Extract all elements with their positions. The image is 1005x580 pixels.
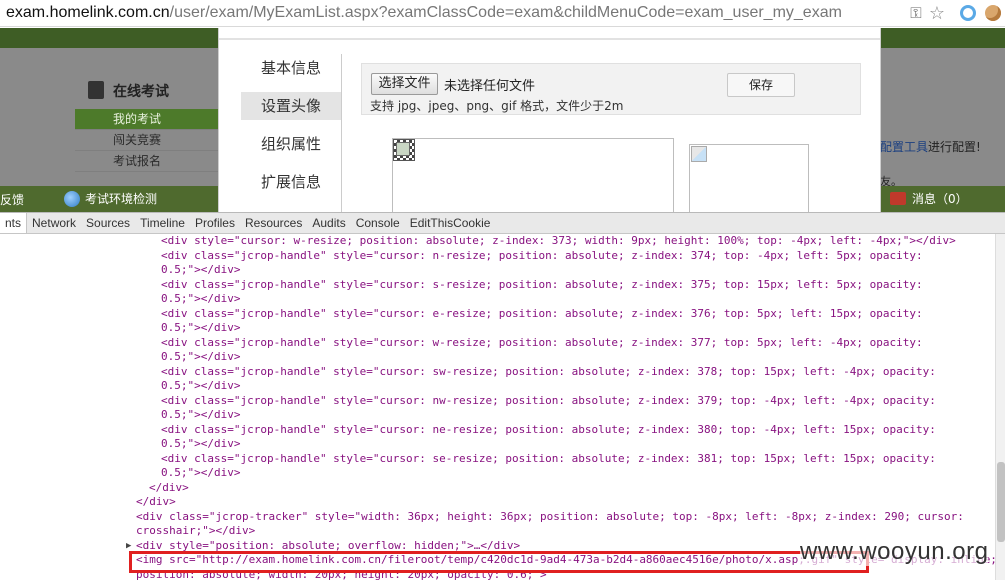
config-hint: 配置工具进行配置! xyxy=(880,138,981,155)
save-button[interactable]: 保存 xyxy=(727,73,795,97)
devtools-tab-bar: nts Network Sources Timeline Profiles Re… xyxy=(0,212,1005,234)
modal-nav: 基本信息 设置头像 组织属性 扩展信息 xyxy=(241,54,342,206)
no-file-text: 未选择任何文件 xyxy=(444,79,536,94)
url-host: exam.homelink.com.cn xyxy=(6,4,170,21)
tab-extended-info[interactable]: 扩展信息 xyxy=(241,168,342,206)
code-line[interactable]: <div class="jcrop-handle" style="cursor:… xyxy=(161,307,923,322)
config-tool-link[interactable]: 配置工具 xyxy=(880,140,928,154)
upload-hint: 支持 jpg、jpeg、png、gif 格式，文件少于2m xyxy=(370,99,624,113)
crop-area[interactable] xyxy=(392,138,674,212)
code-line: 0.5;"></div> xyxy=(161,408,241,421)
sidebar-item-registration[interactable]: 考试报名 xyxy=(75,151,220,172)
modal-top-divider xyxy=(219,38,880,40)
code-line: 0.5;"></div> xyxy=(161,379,241,392)
sidebar-item-my-exam[interactable]: 我的考试 xyxy=(75,109,220,130)
code-line[interactable]: <div class="jcrop-handle" style="cursor:… xyxy=(161,365,936,380)
tab-editthiscookie[interactable]: EditThisCookie xyxy=(405,213,496,233)
code-line: 0.5;"></div> xyxy=(161,321,241,334)
url-field[interactable]: exam.homelink.com.cn/user/exam/MyExamLis… xyxy=(6,2,904,24)
messages-link[interactable]: 消息（0） xyxy=(890,190,968,207)
scrollbar-thumb[interactable] xyxy=(997,462,1005,542)
code-line[interactable]: </div> xyxy=(136,495,176,510)
code-line: 0.5;"></div> xyxy=(161,292,241,305)
tab-network[interactable]: Network xyxy=(27,213,81,233)
tab-audits[interactable]: Audits xyxy=(307,213,350,233)
config-hint-text: 进行配置! xyxy=(928,140,981,154)
tab-sources[interactable]: Sources xyxy=(81,213,135,233)
star-icon[interactable]: ☆ xyxy=(927,3,947,24)
tab-timeline[interactable]: Timeline xyxy=(135,213,190,233)
tab-set-avatar[interactable]: 设置头像 xyxy=(241,92,342,120)
avatar-preview xyxy=(689,144,809,212)
code-line[interactable]: <div class="jcrop-handle" style="cursor:… xyxy=(161,249,923,264)
code-line[interactable]: <div class="jcrop-handle" style="cursor:… xyxy=(161,394,936,409)
address-bar: exam.homelink.com.cn/user/exam/MyExamLis… xyxy=(0,0,1005,27)
exam-icon xyxy=(88,81,104,99)
env-check-link[interactable]: 考试环境检测 xyxy=(64,190,157,207)
broken-image-icon xyxy=(691,146,707,162)
tab-basic-info[interactable]: 基本信息 xyxy=(241,54,342,92)
tab-elements[interactable]: nts xyxy=(0,213,28,233)
code-line: 0.5;"></div> xyxy=(161,466,241,479)
elements-panel: <div style="cursor: w-resize; position: … xyxy=(0,234,995,580)
watermark: www.wooyun.org xyxy=(800,538,989,566)
tab-console[interactable]: Console xyxy=(351,213,405,233)
code-line[interactable]: <div class="jcrop-handle" style="cursor:… xyxy=(161,452,936,467)
highlight-annotation xyxy=(129,551,869,573)
code-line[interactable]: <div class="jcrop-handle" style="cursor:… xyxy=(161,336,923,351)
broken-image-icon xyxy=(396,142,410,156)
url-path: /user/exam/MyExamList.aspx?examClassCode… xyxy=(169,4,842,21)
code-line: 0.5;"></div> xyxy=(161,263,241,276)
sidebar-item-competition[interactable]: 闯关竞赛 xyxy=(75,130,220,151)
code-line: 0.5;"></div> xyxy=(161,350,241,363)
cookie-extension-icon[interactable] xyxy=(983,3,1003,23)
code-line[interactable]: <div class="jcrop-handle" style="cursor:… xyxy=(161,423,936,438)
globe-icon xyxy=(64,190,80,207)
messages-label: 消息（0） xyxy=(912,192,968,206)
feedback-link[interactable]: 反馈 xyxy=(0,191,24,208)
tab-org-properties[interactable]: 组织属性 xyxy=(241,130,342,168)
code-line[interactable]: <div class="jcrop-tracker" style="width:… xyxy=(136,510,964,525)
modal-vertical-divider xyxy=(341,54,342,212)
sidebar-title: 在线考试 xyxy=(113,84,169,100)
sidebar-menu: 我的考试 闯关竞赛 考试报名 xyxy=(75,109,220,172)
choose-file-button[interactable]: 选择文件 xyxy=(371,73,438,95)
message-icon xyxy=(890,192,906,205)
code-line: 0.5;"></div> xyxy=(161,437,241,450)
upload-panel: 选择文件 未选择任何文件 保存 支持 jpg、jpeg、png、gif 格式，文… xyxy=(361,63,861,115)
tab-profiles[interactable]: Profiles xyxy=(190,213,240,233)
scrollbar[interactable] xyxy=(995,234,1005,580)
profile-modal: 基本信息 设置头像 组织属性 扩展信息 选择文件 未选择任何文件 保存 支持 j… xyxy=(218,28,881,212)
code-line[interactable]: </div> xyxy=(149,481,189,496)
code-line[interactable]: <div class="jcrop-handle" style="cursor:… xyxy=(161,278,923,293)
key-icon[interactable]: ⚿ xyxy=(906,3,926,23)
crop-selection-handle[interactable] xyxy=(393,139,415,161)
extension-icon[interactable] xyxy=(958,3,978,23)
tab-resources[interactable]: Resources xyxy=(240,213,307,233)
env-check-label: 考试环境检测 xyxy=(85,192,158,206)
code-line: crosshair;"></div> xyxy=(136,524,256,537)
code-line[interactable]: <div style="cursor: w-resize; position: … xyxy=(161,234,956,249)
